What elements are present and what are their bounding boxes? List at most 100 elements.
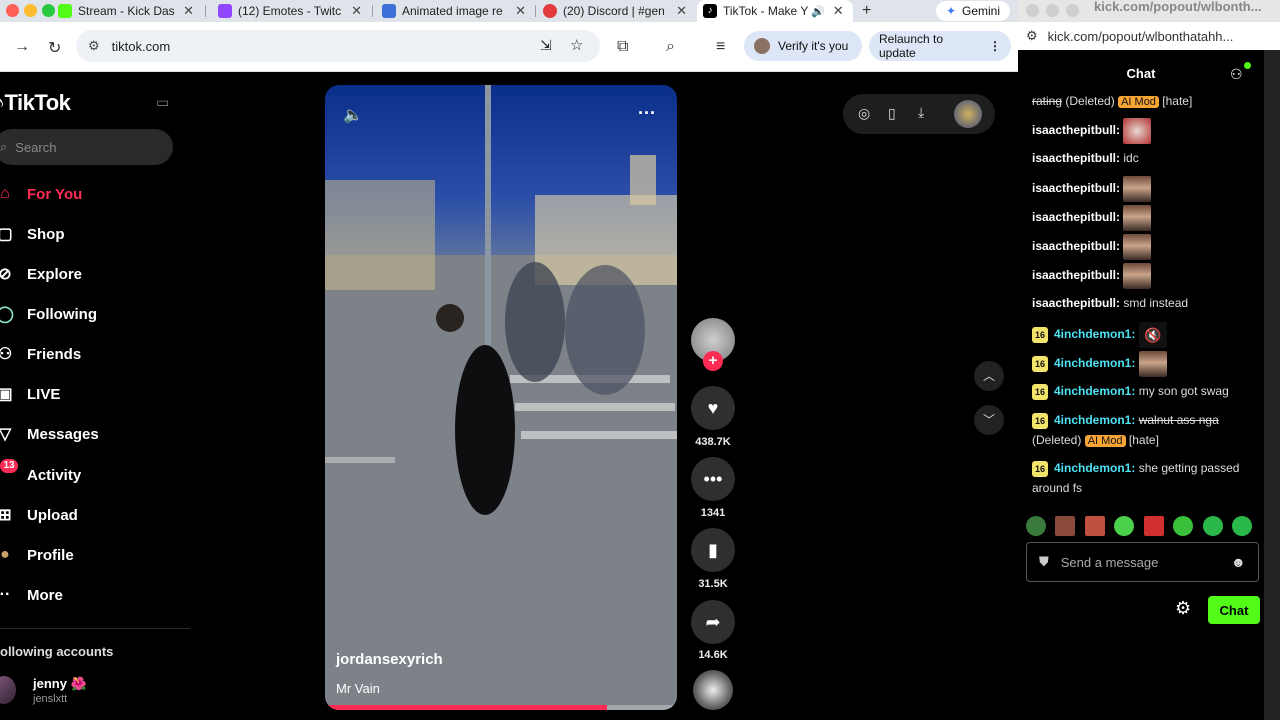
download-icon[interactable]: ⤓ [918, 104, 924, 121]
emote-icon[interactable] [1055, 516, 1076, 536]
save-count: 31.5K [698, 578, 728, 590]
volume-icon[interactable]: 🔈 [343, 105, 363, 125]
more-options-icon[interactable]: ··· [638, 103, 656, 124]
chat-settings-gear-icon[interactable]: ⚙ [1175, 598, 1191, 619]
close-window-icon[interactable] [1026, 4, 1039, 17]
emote-icon[interactable] [1114, 516, 1135, 536]
like-button[interactable]: ♥ [691, 386, 735, 430]
maximize-window-icon[interactable] [1066, 4, 1079, 17]
nav-live[interactable]: ▣ LIVE [0, 378, 60, 410]
emote-icon[interactable] [1084, 516, 1105, 536]
video-progress-bar[interactable] [325, 705, 677, 710]
user-avatar[interactable] [954, 100, 982, 128]
nav-more[interactable]: ·· More [0, 579, 63, 611]
autoscroll-icon[interactable]: ◎ [858, 105, 870, 122]
chat-username[interactable]: 4inchdemon1: [1054, 384, 1135, 398]
nav-shop[interactable]: ▢ Shop [0, 218, 65, 250]
chat-text: my son got swag [1138, 384, 1229, 398]
nav-messages[interactable]: ▽ Messages [0, 418, 99, 450]
chat-username[interactable]: 4inchdemon1: [1054, 461, 1135, 475]
nav-for-you[interactable]: ⌂ For You [0, 178, 82, 210]
kebab-menu-icon[interactable]: ⋮ [989, 39, 1001, 53]
close-tab-icon[interactable]: ✕ [183, 3, 194, 19]
install-app-icon[interactable]: ⇲ [540, 37, 552, 54]
comment-button[interactable]: ••• [691, 457, 735, 501]
follow-plus-icon[interactable]: + [703, 351, 723, 371]
tab-kick-dashboard[interactable]: Stream - Kick Dash ✕ [52, 0, 200, 22]
save-button[interactable]: ▮ [691, 528, 735, 572]
chat-username[interactable]: isaacthepitbull: [1032, 268, 1120, 282]
video-player[interactable]: 🔈 ··· jordansexyrich Mr Vain [325, 85, 677, 710]
tiktok-logo[interactable]: ♪TikTok [0, 90, 71, 116]
close-tab-icon[interactable]: ✕ [833, 3, 844, 19]
verify-profile-button[interactable]: Verify it's you [744, 31, 862, 61]
bookmark-star-icon[interactable]: ☆ [570, 36, 583, 54]
close-tab-icon[interactable]: ✕ [351, 3, 362, 19]
close-tab-icon[interactable]: ✕ [676, 3, 687, 19]
media-controls-icon[interactable]: ≡ [716, 38, 725, 56]
minimize-window-icon[interactable] [1046, 4, 1059, 17]
tab-tiktok[interactable]: ♪ TikTok - Make Y 🔊 ✕ [697, 0, 853, 22]
emote-icon[interactable] [1232, 516, 1253, 536]
extensions-icon[interactable]: ⧉ [617, 38, 628, 56]
forward-icon[interactable]: → [14, 38, 30, 56]
users-icon[interactable]: ⚇ [1230, 66, 1243, 83]
tab-animated-image[interactable]: Animated image re ✕ [376, 0, 532, 22]
video-author[interactable]: jordansexyrich [336, 651, 443, 668]
chat-username[interactable]: isaacthepitbull: [1032, 123, 1120, 137]
site-settings-icon[interactable]: ⚙ [1026, 28, 1038, 44]
subscriber-badge: 16 [1032, 412, 1048, 429]
chat-username[interactable]: 4inchdemon1: [1054, 327, 1135, 341]
nav-profile[interactable]: ● Profile [0, 539, 74, 571]
chat-message-input[interactable]: ⛊ Send a message ☻ [1026, 542, 1259, 582]
site-settings-icon[interactable]: ⚙ [88, 38, 100, 54]
video-progress-fill [325, 705, 607, 710]
emote-icon[interactable] [1202, 516, 1223, 536]
gemini-sparkle-icon: ✦ [945, 4, 957, 18]
chat-username[interactable]: isaacthepitbull: [1032, 151, 1120, 165]
collapse-sidebar-icon[interactable]: ▭ [156, 94, 169, 111]
tab-discord[interactable]: (20) Discord | #gen ✕ [537, 0, 693, 22]
video-music[interactable]: Mr Vain [336, 681, 380, 696]
crosswalk-stripe [521, 431, 677, 439]
nav-explore[interactable]: ⊘ Explore [0, 258, 82, 290]
new-tab-button[interactable]: + [862, 2, 871, 20]
tiktok-wordmark: TikTok [4, 90, 71, 115]
previous-video-button[interactable]: ︿ [974, 361, 1004, 391]
subscriber-badge: 16 [1032, 460, 1048, 477]
emote-icon[interactable] [1173, 516, 1194, 536]
chat-username[interactable]: 4inchdemon1: [1054, 413, 1135, 427]
chat-username[interactable]: isaacthepitbull: [1032, 296, 1120, 310]
sidebar-divider [0, 628, 190, 629]
account-avatar[interactable] [0, 676, 16, 704]
relaunch-button[interactable]: Relaunch to update ⋮ [869, 31, 1011, 61]
chat-send-button[interactable]: Chat [1208, 596, 1260, 624]
gemini-button[interactable]: ✦ Gemini [936, 1, 1010, 21]
minimize-window-icon[interactable] [24, 4, 37, 17]
next-video-button[interactable]: ﹀ [974, 405, 1004, 435]
phone-icon[interactable]: ▯ [888, 105, 896, 122]
address-bar[interactable]: ⚙ tiktok.com ⇲ ☆ [76, 30, 600, 62]
nav-label: Shop [27, 225, 65, 243]
share-button[interactable]: ➦ [691, 600, 735, 644]
close-tab-icon[interactable]: ✕ [515, 3, 526, 19]
account-name[interactable]: jenny 🌺 [33, 676, 87, 692]
chat-username[interactable]: isaacthepitbull: [1032, 181, 1120, 195]
tab-search-icon[interactable]: ⌕ [666, 38, 675, 56]
search-input[interactable]: ⌕ Search [0, 129, 173, 165]
close-window-icon[interactable] [6, 4, 19, 17]
like-count: 438.7K [695, 436, 731, 448]
chat-username[interactable]: 4inchdemon1: [1054, 356, 1135, 370]
music-disc-icon[interactable] [693, 670, 733, 710]
reload-icon[interactable]: ↻ [48, 38, 61, 58]
tab-twitch-emotes[interactable]: (12) Emotes - Twitc ✕ [212, 0, 368, 22]
emoji-icon[interactable]: ☻ [1231, 554, 1246, 570]
chat-username[interactable]: isaacthepitbull: [1032, 210, 1120, 224]
emote-icon[interactable] [1143, 516, 1164, 536]
nav-following[interactable]: ◯ Following [0, 298, 97, 330]
speaker-icon[interactable]: 🔊 [811, 5, 825, 18]
chat-username[interactable]: isaacthepitbull: [1032, 239, 1120, 253]
nav-upload[interactable]: ⊞ Upload [0, 499, 78, 531]
nav-friends[interactable]: ⚇ Friends [0, 338, 81, 370]
emote-icon[interactable] [1026, 516, 1046, 536]
